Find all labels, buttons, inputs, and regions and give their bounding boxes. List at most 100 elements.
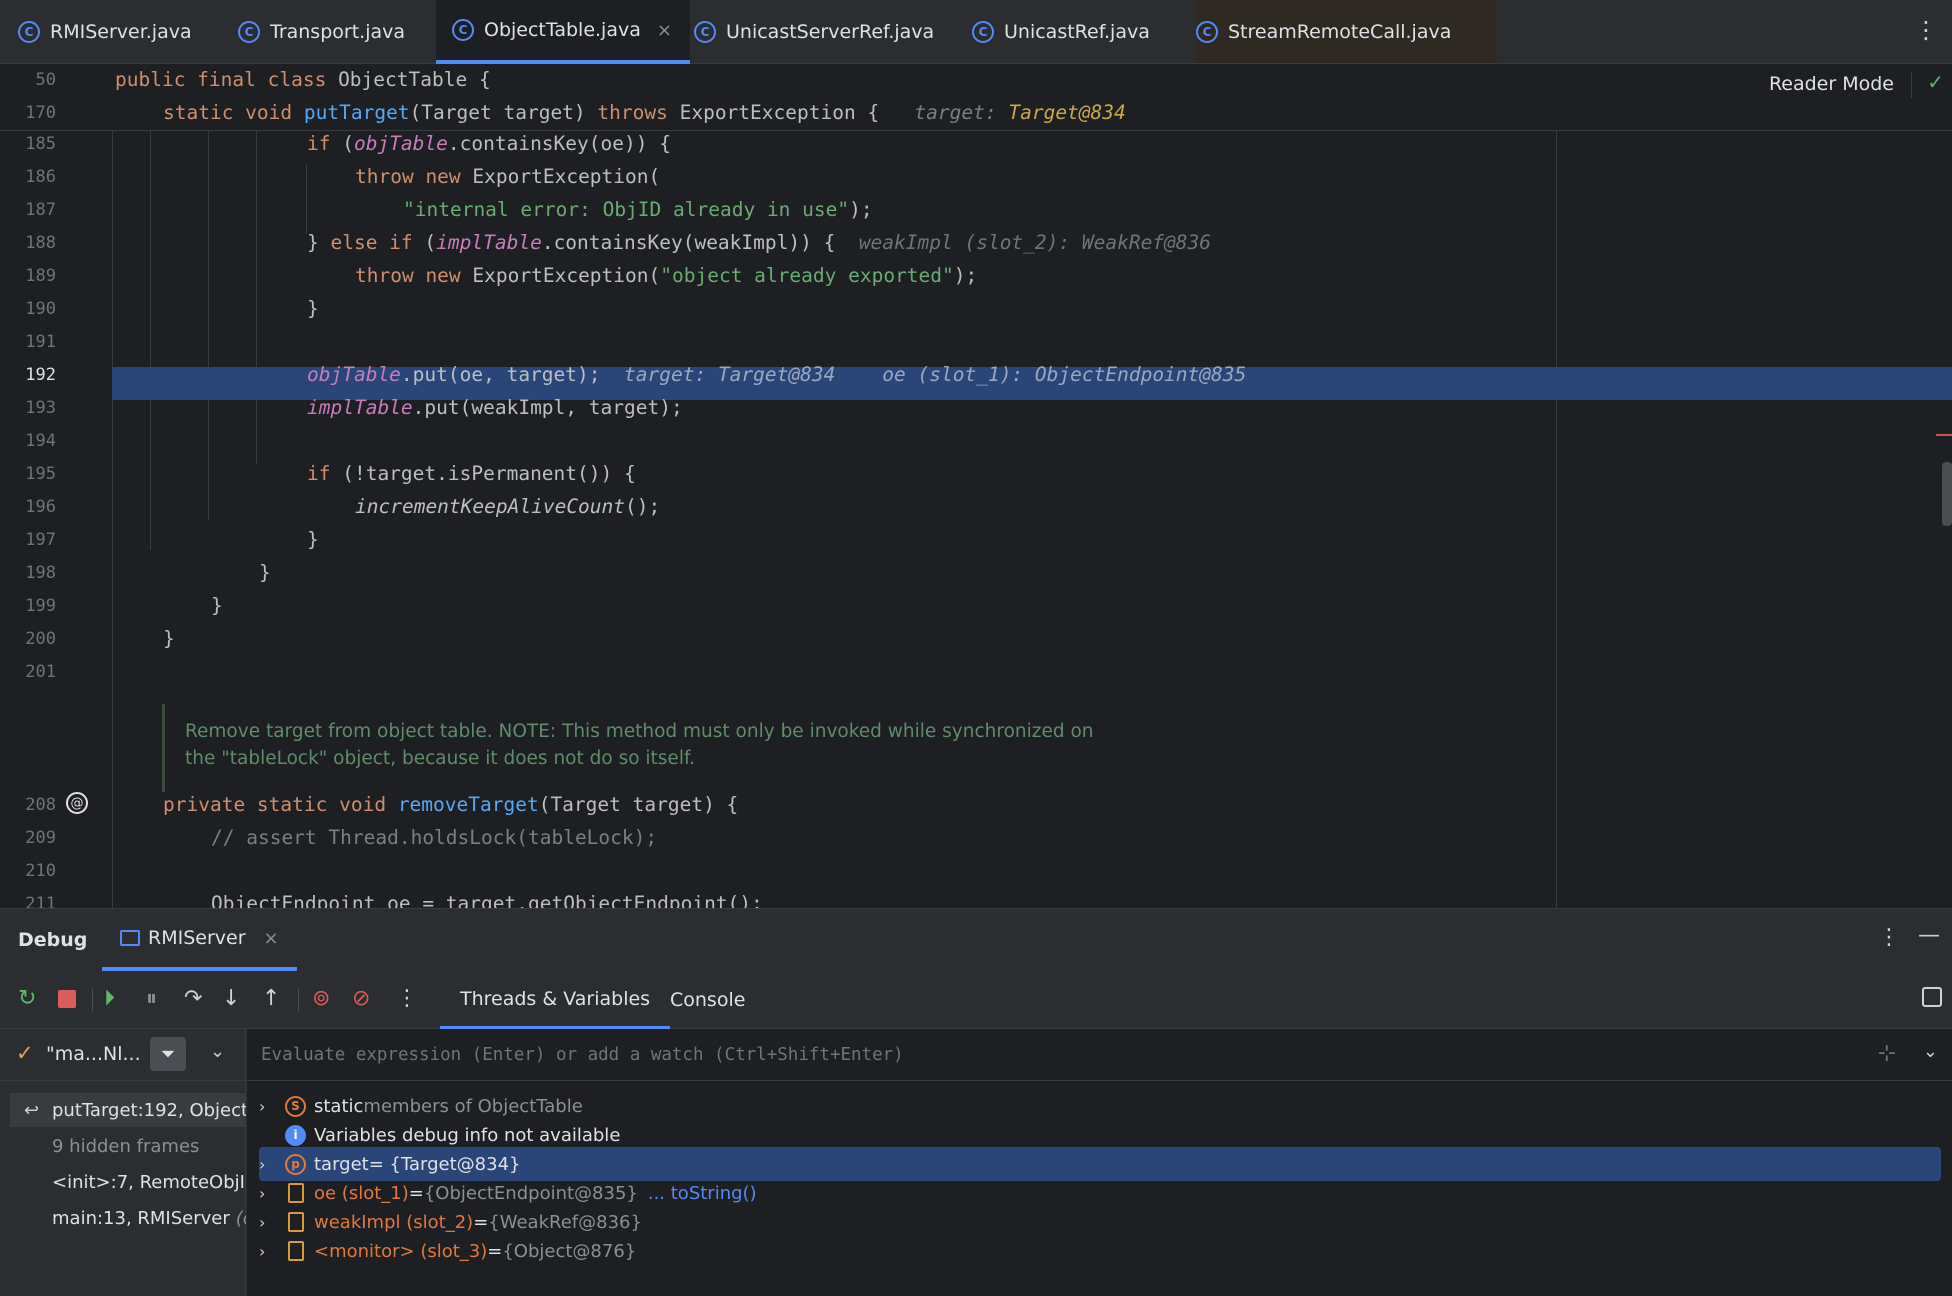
session-icon bbox=[120, 930, 140, 946]
code-editor[interactable]: 50 public final class ObjectTable { 170 … bbox=[0, 64, 1952, 908]
annotation-at-icon[interactable]: @ bbox=[66, 792, 88, 814]
code-token: putTarget bbox=[303, 101, 410, 124]
more-options-icon[interactable]: ⋮ bbox=[1878, 925, 1900, 950]
step-into-icon[interactable]: ↓ bbox=[222, 987, 240, 1011]
variable-eq: = bbox=[473, 1211, 489, 1233]
tab-unicastserverref[interactable]: C UnicastServerRef.java bbox=[694, 0, 934, 63]
line-number: 197 bbox=[25, 530, 56, 550]
check-icon: ✓ bbox=[16, 1041, 34, 1065]
inline-hint: oe (slot_1): ObjectEndpoint@835 bbox=[882, 363, 1247, 386]
variable-name: <monitor> (slot_3) bbox=[314, 1240, 488, 1262]
indent-guide bbox=[256, 130, 257, 464]
code-line: } bbox=[307, 297, 319, 320]
debug-session-tab[interactable]: RMIServer × bbox=[102, 909, 297, 971]
line-number-current: 192 bbox=[25, 365, 56, 385]
chevron-down-icon[interactable]: ⌄ bbox=[210, 1041, 225, 1062]
editor-scrollbar[interactable] bbox=[1942, 462, 1952, 526]
thread-name[interactable]: "ma...Nl... bbox=[46, 1043, 141, 1065]
variable-value: {Object@876} bbox=[502, 1240, 637, 1262]
error-stripe-marker[interactable] bbox=[1936, 434, 1952, 436]
line-number: 200 bbox=[25, 629, 56, 649]
evaluate-expression-input[interactable] bbox=[261, 1039, 1861, 1071]
line-number: 187 bbox=[25, 200, 56, 220]
tab-console[interactable]: Console bbox=[650, 971, 765, 1029]
doc-comment-line: Remove target from object table. NOTE: T… bbox=[185, 721, 1094, 742]
line-number: 170 bbox=[25, 103, 56, 123]
code-line: incrementKeepAliveCount(); bbox=[355, 495, 661, 518]
chevron-down-icon[interactable]: ⌄ bbox=[1923, 1041, 1938, 1062]
close-icon[interactable]: × bbox=[264, 928, 279, 949]
mute-breakpoints-icon[interactable]: ⊘ bbox=[352, 987, 370, 1011]
variable-eq: = bbox=[487, 1240, 503, 1262]
evaluate-bar: ⊹ ⌄ bbox=[247, 1029, 1952, 1081]
line-number: 50 bbox=[35, 70, 56, 90]
code-line: // assert Thread.holdsLock(tableLock); bbox=[211, 826, 658, 849]
close-icon[interactable]: × bbox=[657, 20, 672, 41]
layout-icon[interactable] bbox=[1922, 987, 1942, 1007]
frame-label: 9 hidden frames bbox=[52, 1135, 200, 1157]
inline-hint-label: target: bbox=[914, 101, 997, 124]
more-tabs-icon[interactable]: ⋮ bbox=[1914, 16, 1938, 44]
minimize-icon[interactable]: — bbox=[1918, 923, 1940, 948]
frame-label: <init>:7, RemoteObjIn bbox=[52, 1171, 246, 1193]
tab-unicastref[interactable]: C UnicastRef.java bbox=[972, 0, 1150, 63]
chevron-right-icon[interactable]: › bbox=[259, 1184, 285, 1203]
line-number: 210 bbox=[25, 861, 56, 881]
variable-name: oe (slot_1) bbox=[314, 1182, 409, 1204]
tab-label: RMIServer.java bbox=[50, 20, 192, 43]
hidden-frames[interactable]: 9 hidden frames bbox=[10, 1129, 246, 1163]
add-watch-icon[interactable]: ⊹ bbox=[1878, 1041, 1896, 1066]
variable-name: weakImpl (slot_2) bbox=[314, 1211, 474, 1233]
tostring-link[interactable]: ... toString() bbox=[648, 1183, 757, 1204]
rerun-icon[interactable]: ↻ bbox=[18, 987, 36, 1011]
doc-comment: Remove target from object table. NOTE: T… bbox=[162, 704, 1162, 792]
toolbar-separator bbox=[92, 989, 93, 1011]
chevron-right-icon[interactable]: › bbox=[259, 1155, 285, 1174]
tab-rmiserver[interactable]: C RMIServer.java bbox=[18, 0, 192, 63]
more-actions-icon[interactable]: ⋮ bbox=[396, 987, 418, 1011]
tab-label: UnicastRef.java bbox=[1004, 20, 1150, 43]
divider bbox=[1911, 72, 1912, 98]
tab-streamremotecall[interactable]: C StreamRemoteCall.java bbox=[1196, 0, 1498, 63]
debug-tool-window: Debug RMIServer × ⋮ — ↻ ⏵ ⏸ ↷ ↓ ↑ ⊚ ⊘ ⋮ … bbox=[0, 908, 1952, 1296]
tab-objecttable[interactable]: C ObjectTable.java × bbox=[436, 0, 690, 64]
stop-icon[interactable] bbox=[58, 990, 76, 1008]
pause-icon[interactable]: ⏸ bbox=[146, 987, 157, 1011]
view-breakpoints-icon[interactable]: ⊚ bbox=[312, 987, 330, 1011]
frame-item[interactable]: <init>:7, RemoteObjIn bbox=[10, 1165, 246, 1199]
frame-extra: (o bbox=[235, 1207, 246, 1229]
tab-label: StreamRemoteCall.java bbox=[1228, 20, 1452, 43]
line-number: 191 bbox=[25, 332, 56, 352]
thread-selector[interactable]: ✓ "ma...Nl... ⏷ ⌄ bbox=[0, 1029, 246, 1081]
chevron-right-icon[interactable]: › bbox=[259, 1213, 285, 1232]
variable-row-monitor[interactable]: › <monitor> (slot_3) = {Object@876} bbox=[259, 1234, 1941, 1268]
chevron-right-icon[interactable]: › bbox=[259, 1097, 285, 1116]
indent-guide bbox=[208, 130, 209, 520]
frame-item[interactable]: main:13, RMIServer(o bbox=[10, 1201, 246, 1235]
variable-eq: = bbox=[408, 1182, 424, 1204]
code-line: } bbox=[259, 561, 271, 584]
code-line: throw new ExportException( bbox=[355, 165, 661, 188]
tab-label: ObjectTable.java bbox=[484, 19, 641, 41]
reader-mode-button[interactable]: Reader Mode bbox=[1769, 73, 1894, 95]
frame-item[interactable]: ↩ putTarget:192, Object bbox=[10, 1093, 246, 1127]
frame-label: main:13, RMIServer bbox=[52, 1207, 230, 1229]
chevron-right-icon[interactable]: › bbox=[259, 1242, 285, 1261]
tab-transport[interactable]: C Transport.java bbox=[238, 0, 405, 63]
line-number: 189 bbox=[25, 266, 56, 286]
static-icon: S bbox=[285, 1095, 306, 1117]
step-over-icon[interactable]: ↷ bbox=[184, 987, 202, 1011]
code-line: } else if (implTable.containsKey(weakImp… bbox=[307, 231, 1212, 254]
filter-icon[interactable]: ⏷ bbox=[150, 1037, 186, 1071]
code-line: } bbox=[163, 627, 175, 650]
resume-icon[interactable]: ⏵ bbox=[104, 987, 115, 1011]
line-number: 193 bbox=[25, 398, 56, 418]
indent-guide bbox=[112, 130, 113, 908]
variable-value: {ObjectEndpoint@835} bbox=[423, 1182, 638, 1204]
info-text: Variables debug info not available bbox=[314, 1124, 621, 1146]
local-variable-icon bbox=[288, 1183, 304, 1203]
tab-threads-variables[interactable]: Threads & Variables bbox=[440, 971, 671, 1029]
class-file-icon: C bbox=[452, 19, 474, 41]
step-out-icon[interactable]: ↑ bbox=[262, 987, 280, 1011]
line-number: 195 bbox=[25, 464, 56, 484]
